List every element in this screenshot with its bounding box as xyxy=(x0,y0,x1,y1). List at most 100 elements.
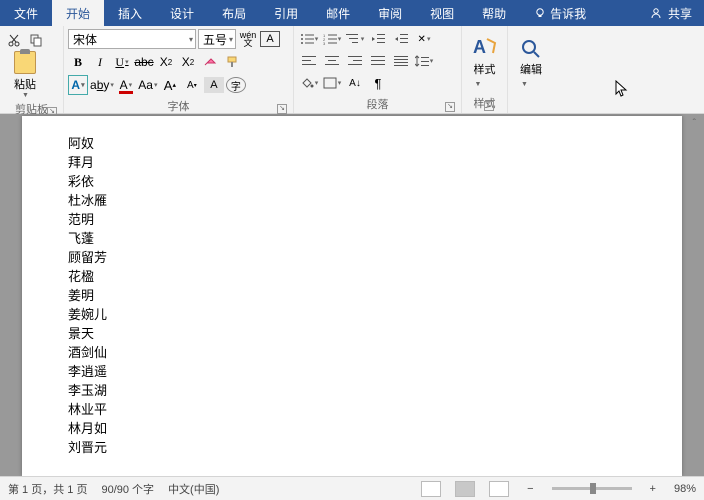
document-line[interactable]: 林业平 xyxy=(68,400,682,419)
document-line[interactable]: 酒剑仙 xyxy=(68,343,682,362)
tab-review[interactable]: 审阅 xyxy=(364,0,416,26)
font-color-button[interactable]: A▾ xyxy=(116,75,136,95)
line-spacing-button[interactable]: ▾ xyxy=(413,51,435,71)
ribbon: 粘贴 ▼ 剪贴板 ↘ 宋体▾ 五号▾ wén文 A xyxy=(0,26,704,114)
group-label-font: 字体 ↘ xyxy=(68,96,289,116)
subscript-button[interactable]: X2 xyxy=(156,52,176,72)
font-launcher[interactable]: ↘ xyxy=(277,104,287,114)
show-marks-button[interactable]: ¶ xyxy=(367,73,389,93)
multilevel-list-button[interactable]: ▾ xyxy=(344,29,366,49)
shrink-font-button[interactable]: A▾ xyxy=(182,75,202,95)
language-status[interactable]: 中文(中国) xyxy=(168,481,219,497)
share-icon xyxy=(650,7,662,19)
tab-home[interactable]: 开始 xyxy=(52,0,104,26)
tab-tellme[interactable]: 告诉我 xyxy=(520,0,600,26)
document-line[interactable]: 拜月 xyxy=(68,153,682,172)
bold-button[interactable]: B xyxy=(68,52,88,72)
page-count[interactable]: 第 1 页，共 1 页 xyxy=(8,481,87,497)
document-line[interactable]: 杜冰雁 xyxy=(68,191,682,210)
increase-indent-button[interactable] xyxy=(390,29,412,49)
read-mode-button[interactable] xyxy=(421,481,441,497)
borders-icon xyxy=(323,77,337,89)
numbering-button[interactable]: 123▾ xyxy=(321,29,343,49)
sort-button[interactable]: A↓ xyxy=(344,73,366,93)
status-bar: 第 1 页，共 1 页 90/90 个字 中文(中国) − + 98% xyxy=(0,476,704,500)
tab-help[interactable]: 帮助 xyxy=(468,0,520,26)
web-layout-button[interactable] xyxy=(489,481,509,497)
document-line[interactable]: 景天 xyxy=(68,324,682,343)
document-line[interactable]: 阿奴 xyxy=(68,134,682,153)
zoom-out-button[interactable]: − xyxy=(523,483,537,495)
tab-view[interactable]: 视图 xyxy=(416,0,468,26)
document-line[interactable]: 李玉湖 xyxy=(68,381,682,400)
document-line[interactable]: 林月如 xyxy=(68,419,682,438)
zoom-in-button[interactable]: + xyxy=(646,483,660,495)
print-layout-button[interactable] xyxy=(455,481,475,497)
borders-button[interactable]: ▾ xyxy=(321,73,343,93)
tab-references[interactable]: 引用 xyxy=(260,0,312,26)
highlight-button[interactable]: aby▾ xyxy=(90,75,114,95)
word-count[interactable]: 90/90 个字 xyxy=(101,481,154,497)
bullet-list-icon xyxy=(300,33,314,45)
enclose-characters-button[interactable]: A xyxy=(204,77,224,93)
zoom-slider[interactable] xyxy=(552,487,632,490)
underline-button[interactable]: U▾ xyxy=(112,52,132,72)
change-case-button[interactable]: Aa▾ xyxy=(138,75,158,95)
document-line[interactable]: 姜明 xyxy=(68,286,682,305)
clipboard-icon xyxy=(14,51,36,74)
align-justify-button[interactable] xyxy=(367,51,389,71)
styles-button[interactable]: 样式▼ xyxy=(474,61,496,89)
document-page[interactable]: 阿奴拜月彩依杜冰雁范明飞蓬顾留芳花楹姜明姜婉儿景天酒剑仙李逍遥李玉湖林业平林月如… xyxy=(22,116,682,476)
decrease-indent-button[interactable] xyxy=(367,29,389,49)
copy-button[interactable] xyxy=(26,30,46,50)
font-name-combo[interactable]: 宋体▾ xyxy=(68,29,196,49)
scissors-icon xyxy=(7,33,21,47)
format-painter-button[interactable] xyxy=(222,52,242,72)
share-button[interactable]: 共享 xyxy=(668,5,692,22)
align-right-button[interactable] xyxy=(344,51,366,71)
indent-icon xyxy=(394,33,408,45)
align-center-button[interactable] xyxy=(321,51,343,71)
font-size-combo[interactable]: 五号▾ xyxy=(198,29,236,49)
paste-button[interactable]: 粘贴 ▼ xyxy=(6,51,44,99)
align-center-icon xyxy=(325,55,339,67)
group-label-styles: 样式 ↘ xyxy=(474,93,496,113)
document-line[interactable]: 李逍遥 xyxy=(68,362,682,381)
outdent-icon xyxy=(371,33,385,45)
styles-launcher[interactable]: ↘ xyxy=(484,101,494,111)
strikethrough-button[interactable]: abc xyxy=(134,52,154,72)
editing-button[interactable]: 编辑▼ xyxy=(520,61,542,89)
tab-design[interactable]: 设计 xyxy=(156,0,208,26)
tab-mailings[interactable]: 邮件 xyxy=(312,0,364,26)
document-line[interactable]: 范明 xyxy=(68,210,682,229)
document-line[interactable]: 彩依 xyxy=(68,172,682,191)
grow-font-button[interactable]: A▴ xyxy=(160,75,180,95)
align-left-button[interactable] xyxy=(298,51,320,71)
character-shading-button[interactable]: 字 xyxy=(226,77,246,93)
asian-layout-button[interactable]: ✕▾ xyxy=(413,29,435,49)
document-line[interactable]: 刘晋元 xyxy=(68,438,682,457)
svg-text:3: 3 xyxy=(323,41,326,45)
superscript-button[interactable]: X2 xyxy=(178,52,198,72)
clear-formatting-button[interactable] xyxy=(200,52,220,72)
tab-insert[interactable]: 插入 xyxy=(104,0,156,26)
tab-layout[interactable]: 布局 xyxy=(208,0,260,26)
text-effects-button[interactable]: A▾ xyxy=(68,75,88,95)
zoom-level[interactable]: 98% xyxy=(674,483,696,495)
document-line[interactable]: 顾留芳 xyxy=(68,248,682,267)
paragraph-launcher[interactable]: ↘ xyxy=(445,102,455,112)
italic-button[interactable]: I xyxy=(90,52,110,72)
collapse-ribbon-button[interactable]: ˆ xyxy=(693,118,696,129)
align-distributed-icon xyxy=(394,55,408,67)
distributed-button[interactable] xyxy=(390,51,412,71)
document-area: ˆ 阿奴拜月彩依杜冰雁范明飞蓬顾留芳花楹姜明姜婉儿景天酒剑仙李逍遥李玉湖林业平林… xyxy=(0,114,704,476)
shading-button[interactable]: ▾ xyxy=(298,73,320,93)
tab-file[interactable]: 文件 xyxy=(0,0,52,26)
bullets-button[interactable]: ▾ xyxy=(298,29,320,49)
cut-button[interactable] xyxy=(4,30,24,50)
document-line[interactable]: 花楹 xyxy=(68,267,682,286)
document-line[interactable]: 姜婉儿 xyxy=(68,305,682,324)
phonetic-guide-button[interactable]: wén文 xyxy=(238,29,258,49)
document-line[interactable]: 飞蓬 xyxy=(68,229,682,248)
character-border-button[interactable]: A xyxy=(260,31,280,47)
